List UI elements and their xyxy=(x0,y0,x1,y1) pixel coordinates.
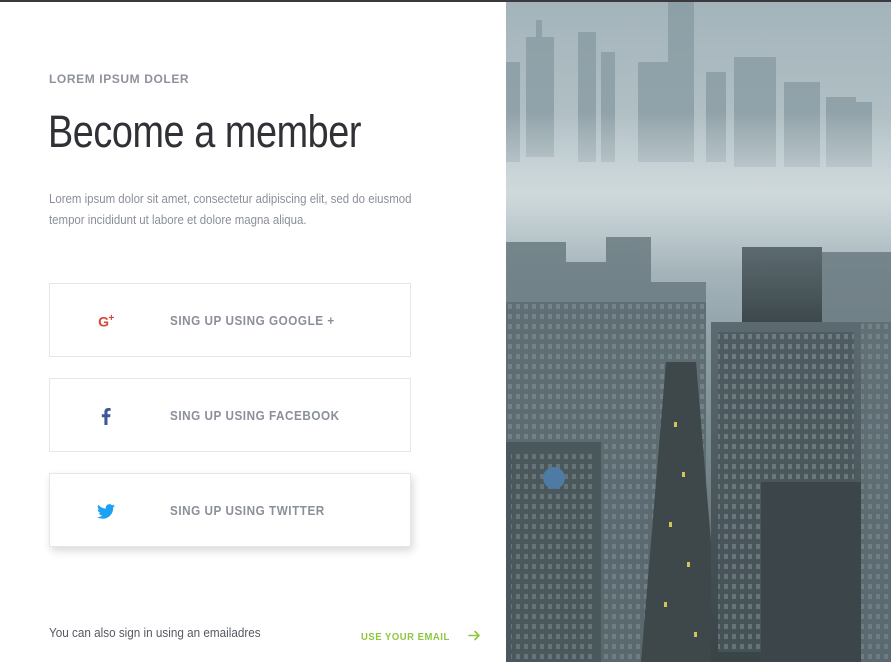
twitter-signup-label: SING UP USING TWITTER xyxy=(170,503,325,518)
use-email-link[interactable]: USE YOUR EMAIL xyxy=(361,628,481,646)
google-plus-icon: G+ xyxy=(98,312,114,330)
hero-image xyxy=(506,2,891,662)
city-skyline-illustration xyxy=(506,2,891,662)
google-signup-label: SING UP USING GOOGLE + xyxy=(170,313,335,328)
page-description: Lorem ipsum dolor sit amet, consectetur … xyxy=(49,191,412,227)
twitter-icon xyxy=(95,501,117,521)
facebook-signup-label: SING UP USING FACEBOOK xyxy=(170,408,340,423)
page-title: Become a member xyxy=(48,106,362,157)
facebook-icon xyxy=(95,406,117,426)
twitter-signup-button[interactable]: SING UP USING TWITTER xyxy=(49,473,411,547)
arrow-right-icon xyxy=(467,628,481,646)
eyebrow-label: LOREM IPSUM DOLER xyxy=(49,72,190,86)
email-signin-hint: You can also sign in using an emailadres xyxy=(49,625,261,640)
facebook-signup-button[interactable]: SING UP USING FACEBOOK xyxy=(49,378,411,452)
google-signup-button[interactable]: G+ SING UP USING GOOGLE + xyxy=(49,283,411,357)
use-email-label: USE YOUR EMAIL xyxy=(361,631,450,643)
signup-panel: LOREM IPSUM DOLER Become a member Lorem … xyxy=(0,2,506,662)
